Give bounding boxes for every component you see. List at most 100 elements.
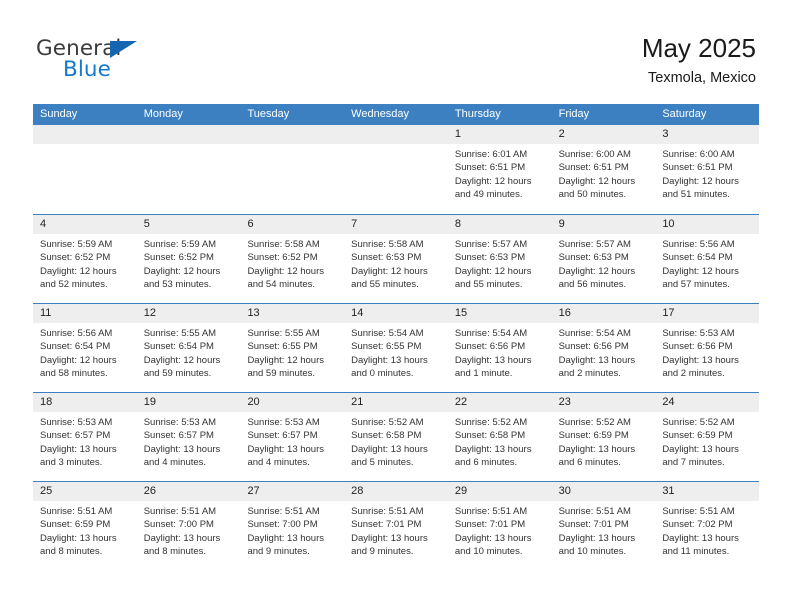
day-number-band: 8	[447, 215, 552, 234]
day-cell[interactable]: 2 Sunrise: 6:00 AM Sunset: 6:51 PM Daylight…	[551, 125, 656, 214]
day-cell[interactable]: 15 Sunrise: 5:54 AM Sunset: 6:56 PM Dayligh…	[447, 304, 552, 392]
day-details: Sunrise: 5:52 AM Sunset: 6:58 PM Daylight:…	[344, 412, 448, 469]
sunrise-text: Sunrise: 5:54 AM	[558, 328, 631, 339]
day-cell[interactable]: 18 Sunrise: 5:53 AM Sunset: 6:57 PM Dayligh…	[33, 393, 137, 481]
weeks-container: 1 Sunrise: 6:01 AM Sunset: 6:51 PM Daylight…	[33, 125, 760, 570]
title-block: May 2025 Texmola, Mexico	[642, 33, 756, 87]
day-cell[interactable]: 14 Sunrise: 5:54 AM Sunset: 6:55 PM Dayligh…	[344, 304, 448, 392]
day-cell[interactable]: 24 Sunrise: 5:52 AM Sunset: 6:59 PM Dayligh…	[655, 393, 760, 481]
day-cell[interactable]: 5 Sunrise: 5:59 AM Sunset: 6:52 PM Daylight…	[136, 215, 241, 303]
day-cell[interactable]: 7 Sunrise: 5:58 AM Sunset: 6:53 PM Daylight…	[344, 215, 448, 303]
sunset-text: Sunset: 6:54 PM	[40, 341, 111, 353]
sunrise-text: Sunrise: 5:51 AM	[143, 506, 217, 517]
day-cell[interactable]: 17 Sunrise: 5:53 AM Sunset: 6:56 PM Dayligh…	[655, 304, 760, 392]
day-cell[interactable]: 22 Sunrise: 5:52 AM Sunset: 6:58 PM Dayligh…	[447, 393, 552, 481]
weekday-header-sunday: Sunday	[40, 108, 78, 120]
sunset-text: Sunset: 6:56 PM	[558, 341, 629, 353]
day-details: Sunrise: 5:59 AM Sunset: 6:52 PM Daylight:…	[33, 234, 137, 291]
day-number-band: 23	[551, 393, 656, 412]
day-number: 12	[143, 307, 156, 319]
day-cell[interactable]: 9 Sunrise: 5:57 AM Sunset: 6:53 PM Daylight…	[551, 215, 656, 303]
day-details: Sunrise: 5:54 AM Sunset: 6:56 PM Daylight:…	[448, 323, 552, 380]
sunrise-text: Sunrise: 5:55 AM	[247, 328, 320, 339]
day-number: 14	[351, 307, 364, 319]
day-number: 9	[558, 218, 565, 230]
day-cell[interactable]: 20 Sunrise: 5:53 AM Sunset: 6:57 PM Dayligh…	[240, 393, 345, 481]
daylight-text-line2: and 58 minutes.	[40, 367, 108, 379]
daylight-text-line2: and 6 minutes.	[454, 456, 518, 468]
daylight-text-line1: Daylight: 13 hours	[558, 354, 636, 366]
day-cell[interactable]: 13 Sunrise: 5:55 AM Sunset: 6:55 PM Dayligh…	[240, 304, 345, 392]
day-details: Sunrise: 5:58 AM Sunset: 6:52 PM Daylight:…	[240, 234, 344, 291]
daylight-text-line2: and 5 minutes.	[351, 456, 414, 468]
day-cell[interactable]: 26 Sunrise: 5:51 AM Sunset: 7:00 PM Dayligh…	[136, 482, 241, 570]
sunrise-text: Sunrise: 5:59 AM	[143, 239, 217, 250]
daylight-text-line1: Daylight: 12 hours	[662, 175, 739, 187]
day-cell[interactable]: 23 Sunrise: 5:52 AM Sunset: 6:59 PM Dayligh…	[551, 393, 656, 481]
day-number: 27	[247, 485, 260, 497]
general-blue-logo[interactable]: General Blue	[36, 38, 236, 88]
day-cell[interactable]: 4 Sunrise: 5:59 AM Sunset: 6:52 PM Daylight…	[33, 215, 137, 303]
day-details: Sunrise: 6:01 AM Sunset: 6:51 PM Daylight:…	[448, 144, 552, 201]
daylight-text-line1: Daylight: 13 hours	[662, 532, 739, 544]
day-cell[interactable]: 1 Sunrise: 6:01 AM Sunset: 6:51 PM Daylight…	[447, 125, 552, 214]
day-cell[interactable]: 31 Sunrise: 5:51 AM Sunset: 7:02 PM Dayligh…	[655, 482, 760, 570]
sunset-text: Sunset: 7:01 PM	[454, 519, 526, 531]
day-details: Sunrise: 5:58 AM Sunset: 6:53 PM Daylight:…	[344, 234, 448, 291]
day-number-band: 19	[136, 393, 241, 412]
sunrise-text: Sunrise: 5:52 AM	[351, 417, 424, 428]
sunrise-text: Sunrise: 5:55 AM	[143, 328, 217, 339]
day-cell[interactable]: 10 Sunrise: 5:56 AM Sunset: 6:54 PM Dayligh…	[655, 215, 760, 303]
day-number-band	[240, 125, 345, 144]
sunrise-text: Sunrise: 5:52 AM	[662, 417, 735, 428]
day-cell[interactable]: 11 Sunrise: 5:56 AM Sunset: 6:54 PM Dayligh…	[33, 304, 137, 392]
day-cell[interactable]: 8 Sunrise: 5:57 AM Sunset: 6:53 PM Daylight…	[447, 215, 552, 303]
day-number-band: 25	[33, 482, 137, 501]
daylight-text-line2: and 54 minutes.	[247, 278, 316, 290]
sunset-text: Sunset: 6:59 PM	[40, 519, 111, 531]
day-number: 28	[351, 485, 364, 497]
day-cell[interactable]: 19 Sunrise: 5:53 AM Sunset: 6:57 PM Dayligh…	[136, 393, 241, 481]
sunset-text: Sunset: 6:53 PM	[351, 252, 422, 264]
day-cell[interactable]: 3 Sunrise: 6:00 AM Sunset: 6:51 PM Daylight…	[655, 125, 760, 214]
day-number-band: 5	[136, 215, 241, 234]
daylight-text-line1: Daylight: 12 hours	[143, 354, 221, 366]
day-details: Sunrise: 5:51 AM Sunset: 7:01 PM Daylight:…	[344, 501, 448, 558]
sunset-text: Sunset: 6:55 PM	[247, 341, 318, 353]
day-cell[interactable]: 12 Sunrise: 5:55 AM Sunset: 6:54 PM Dayligh…	[136, 304, 241, 392]
day-cell[interactable]: 21 Sunrise: 5:52 AM Sunset: 6:58 PM Dayligh…	[344, 393, 448, 481]
day-number-band: 20	[240, 393, 345, 412]
day-cell[interactable]: 6 Sunrise: 5:58 AM Sunset: 6:52 PM Daylight…	[240, 215, 345, 303]
daylight-text-line2: and 8 minutes.	[40, 545, 103, 557]
daylight-text-line1: Daylight: 13 hours	[454, 532, 532, 544]
day-number-band: 18	[33, 393, 137, 412]
day-details: Sunrise: 5:56 AM Sunset: 6:54 PM Daylight:…	[655, 234, 759, 291]
day-details: Sunrise: 5:57 AM Sunset: 6:53 PM Daylight:…	[448, 234, 552, 291]
day-details: Sunrise: 5:54 AM Sunset: 6:55 PM Daylight:…	[344, 323, 448, 380]
location-subtitle: Texmola, Mexico	[648, 69, 756, 86]
daylight-text-line2: and 57 minutes.	[662, 278, 730, 290]
weekday-header-wednesday: Wednesday	[351, 108, 410, 120]
day-details: Sunrise: 5:51 AM Sunset: 7:00 PM Daylight:…	[137, 501, 241, 558]
sunset-text: Sunset: 6:55 PM	[351, 341, 422, 353]
daylight-text-line2: and 53 minutes.	[143, 278, 212, 290]
sunset-text: Sunset: 6:59 PM	[662, 430, 733, 442]
daylight-text-line2: and 55 minutes.	[454, 278, 523, 290]
day-cell[interactable]: 28 Sunrise: 5:51 AM Sunset: 7:01 PM Dayligh…	[344, 482, 448, 570]
sunrise-text: Sunrise: 5:53 AM	[143, 417, 217, 428]
daylight-text-line1: Daylight: 13 hours	[662, 443, 739, 455]
week-row: 4 Sunrise: 5:59 AM Sunset: 6:52 PM Daylight…	[33, 214, 760, 303]
day-cell[interactable]: 25 Sunrise: 5:51 AM Sunset: 6:59 PM Dayligh…	[33, 482, 137, 570]
day-number: 19	[143, 396, 156, 408]
day-number-band: 28	[344, 482, 448, 501]
daylight-text-line1: Daylight: 12 hours	[143, 265, 221, 277]
daylight-text-line1: Daylight: 13 hours	[351, 354, 428, 366]
day-cell[interactable]: 30 Sunrise: 5:51 AM Sunset: 7:01 PM Dayligh…	[551, 482, 656, 570]
sunrise-text: Sunrise: 5:51 AM	[454, 506, 528, 517]
day-cell[interactable]: 16 Sunrise: 5:54 AM Sunset: 6:56 PM Dayligh…	[551, 304, 656, 392]
daylight-text-line1: Daylight: 13 hours	[454, 443, 532, 455]
day-cell[interactable]: 27 Sunrise: 5:51 AM Sunset: 7:00 PM Dayligh…	[240, 482, 345, 570]
day-number: 22	[454, 396, 468, 408]
day-cell[interactable]: 29 Sunrise: 5:51 AM Sunset: 7:01 PM Dayligh…	[447, 482, 552, 570]
day-number: 3	[662, 128, 669, 140]
